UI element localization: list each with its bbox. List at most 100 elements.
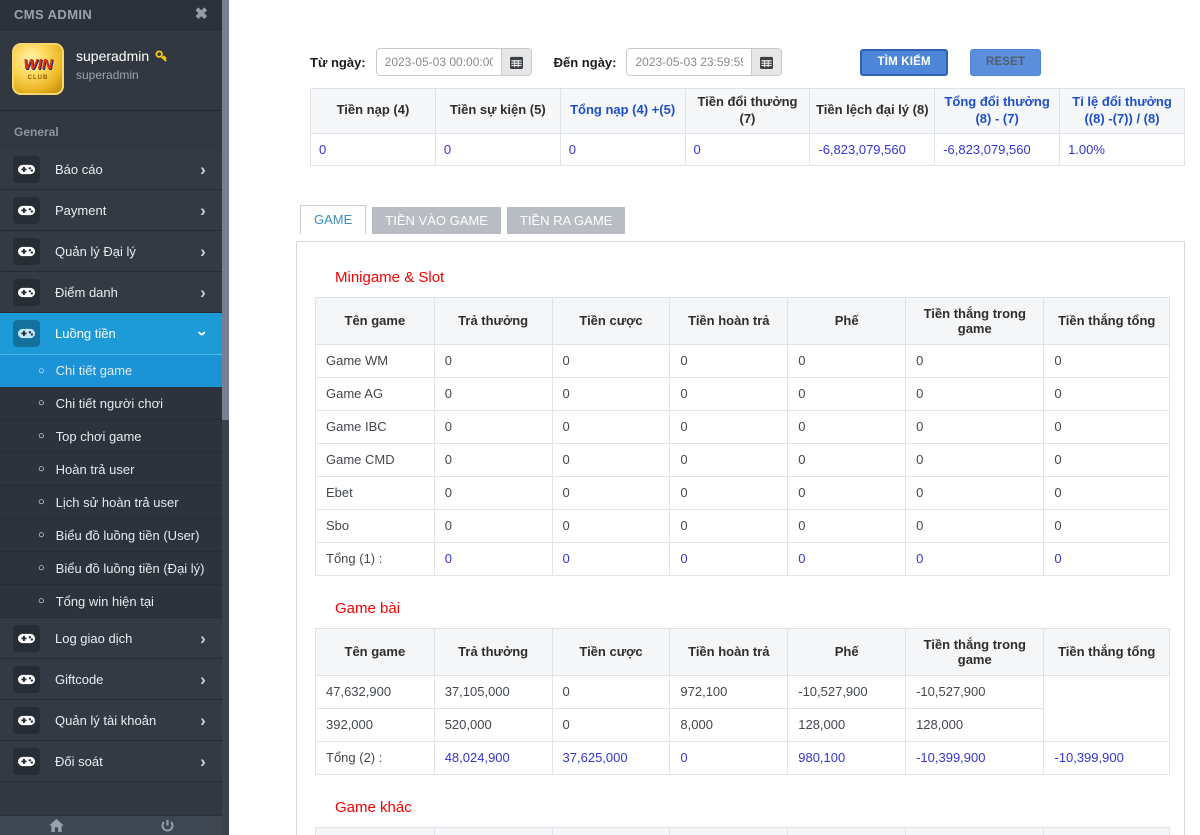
sidebar-item-doi-soat[interactable]: Đối soát › (0, 741, 222, 782)
chevron-right-icon: › (200, 282, 206, 302)
to-date-input[interactable] (627, 49, 752, 75)
submenu-item-bieu-do-luong-tien-user[interactable]: ○ Biểu đồ luồng tiền (User) (0, 519, 222, 552)
circle-icon: ○ (38, 364, 45, 377)
from-calendar-button[interactable] (500, 49, 531, 75)
table-cell: 0 (1043, 376, 1170, 411)
section-title: Minigame & Slot (335, 268, 445, 286)
table-cell: 0 (551, 508, 671, 543)
table-cell: 0 (669, 475, 789, 510)
circle-icon: ○ (38, 430, 45, 442)
table-cell: 0 (905, 409, 1045, 444)
total-cell: Tổng (1) : (315, 541, 435, 576)
table-cell: Game AG (315, 376, 435, 411)
avatar-text: WIN (23, 56, 53, 73)
sidebar-item-log-giao-dich[interactable]: Log giao dịch › (0, 618, 222, 659)
tab-game[interactable]: GAME (300, 204, 367, 234)
avatar: WIN CLUB (12, 43, 64, 95)
sidebar-item-diem-danh[interactable]: Điểm danh › (0, 272, 222, 313)
summary-column-header: Tiền đổi thưởng (7) (684, 88, 811, 134)
total-cell: Tổng (2) : (315, 740, 435, 775)
summary-column-header: Tiền lệch đại lý (8) (809, 88, 936, 134)
table-cell: 0 (787, 343, 907, 378)
submenu-item-top-choi-game[interactable]: ○ Top chơi game (0, 420, 222, 453)
search-button[interactable]: TÌM KIẾM (860, 48, 948, 76)
submenu-item-chi-tiet-game[interactable]: ○ Chi tiết game (0, 354, 222, 387)
gamepad-icon (13, 747, 40, 775)
summary-value-cell: -6,823,079,560 (934, 132, 1061, 166)
section-minigame-slot: Minigame & Slot Tên game Trả thưởng Tiền cư… (315, 269, 1170, 576)
total-cell: 0 (905, 541, 1045, 576)
to-calendar-button[interactable] (751, 49, 782, 75)
total-cell: -10,399,900 (905, 740, 1045, 775)
table-cell: Sbo (315, 508, 435, 543)
tab-tien-vao-game[interactable]: TIỀN VÀO GAME (372, 206, 501, 234)
sidebar-item-label: Giftcode (55, 671, 104, 687)
table-row: Sbo 0 0 0 0 0 0 (315, 508, 1170, 543)
table-row: Game AG 0 0 0 0 0 0 (315, 376, 1170, 411)
table-cell: 0 (551, 475, 671, 510)
circle-icon: ○ (38, 562, 45, 574)
total-cell: 980,100 (787, 740, 907, 775)
total-cell: 0 (1043, 541, 1170, 576)
submenu-item-lich-su-hoan-tra-user[interactable]: ○ Lịch sử hoàn trả user (0, 486, 222, 519)
column-header: Tiền hoàn trả (669, 296, 789, 345)
gamepad-icon (13, 237, 40, 265)
total-cell: 0 (551, 541, 671, 576)
table-cell: 0 (905, 442, 1045, 477)
column-header: Tiền thắng tổng (1043, 826, 1170, 835)
reset-button[interactable]: RESET (969, 48, 1042, 76)
power-icon[interactable] (161, 819, 174, 833)
tab-tien-ra-game[interactable]: TIỀN RA GAME (506, 206, 626, 234)
column-header: Trả thưởng (433, 296, 553, 345)
game-table-game-khac: Tên gameTrả thưởngTiền cượcTiền hoàn trả… (315, 826, 1170, 835)
table-cell: 0 (551, 343, 671, 378)
summary-value-cell: 0 (310, 132, 436, 166)
summary-value-cell: 1.00% (1059, 132, 1185, 166)
column-header: Tên game (315, 627, 435, 676)
circle-icon: ○ (38, 496, 45, 508)
sidebar-scrollbar[interactable] (222, 0, 229, 835)
sidebar-item-quan-ly-dai-ly[interactable]: Quản lý Đại lý › (0, 231, 222, 272)
close-icon[interactable]: ✖ (195, 6, 208, 23)
sidebar-item-giftcode[interactable]: Giftcode › (0, 659, 222, 700)
total-cell: 0 (433, 541, 553, 576)
home-icon[interactable] (48, 819, 64, 832)
table-cell: 0 (787, 376, 907, 411)
table-header-row: Tên gameTrả thưởngTiền cượcTiền hoàn trả… (315, 627, 1170, 676)
summary-column-header: Tỉ lệ đổi thưởng ((8) -(7)) / (8) (1059, 88, 1185, 134)
table-row: Game CMD 0 0 0 0 0 0 (315, 442, 1170, 477)
column-header: Tiền thắng trong game (905, 627, 1045, 676)
column-header: Trả thưởng (433, 627, 553, 676)
chevron-right-icon: › (200, 751, 206, 771)
sidebar-item-payment[interactable]: Payment › (0, 190, 222, 231)
table-cell: 0 (669, 343, 789, 378)
table-cell: 0 (551, 376, 671, 411)
column-header: Phế (787, 627, 907, 676)
sidebar-item-quan-ly-tai-khoan[interactable]: Quản lý tài khoản › (0, 700, 222, 741)
table-cell: 0 (669, 409, 789, 444)
tab-bar: GAME TIỀN VÀO GAME TIỀN RA GAME (300, 204, 1185, 234)
user-panel: WIN CLUB superadmin superadmin (0, 30, 222, 111)
sidebar-item-luong-tien[interactable]: Luồng tiền › (0, 313, 222, 354)
from-date-input[interactable] (376, 49, 501, 75)
submenu-item-bieu-do-luong-tien-dai-ly[interactable]: ○ Biểu đồ luồng tiền (Đại lý) (0, 552, 222, 585)
summary-value-cell: 0 (684, 132, 811, 166)
submenu-item-chi-tiet-nguoi-choi[interactable]: ○ Chi tiết người chơi (0, 387, 222, 420)
column-header: Tiền hoàn trả (669, 826, 789, 835)
column-header: Tiền thắng trong game (905, 826, 1045, 835)
table-cell (1043, 674, 1170, 742)
sidebar-item-label: Đối soát (55, 753, 103, 769)
total-cell: 37,625,000 (551, 740, 671, 775)
sidebar-item-label: Luồng tiền (55, 325, 116, 341)
circle-icon: ○ (38, 595, 45, 607)
submenu-item-tong-win-hien-tai[interactable]: ○ Tổng win hiện tại (0, 585, 222, 618)
table-cell: 0 (433, 508, 553, 543)
submenu-item-hoan-tra-user[interactable]: ○ Hoàn trả user (0, 453, 222, 486)
table-row: Game WM 0 0 0 0 0 0 (315, 343, 1170, 378)
gamepad-icon (13, 665, 40, 693)
chevron-right-icon: › (200, 628, 206, 648)
game-table-minigame-slot: Tên game Trả thưởng Tiền cược Tiền hoàn trả… (315, 296, 1170, 576)
table-cell: 0 (551, 674, 671, 709)
user-subtitle: superadmin (76, 68, 139, 82)
sidebar-item-bao-cao[interactable]: Báo cáo › (0, 149, 222, 190)
